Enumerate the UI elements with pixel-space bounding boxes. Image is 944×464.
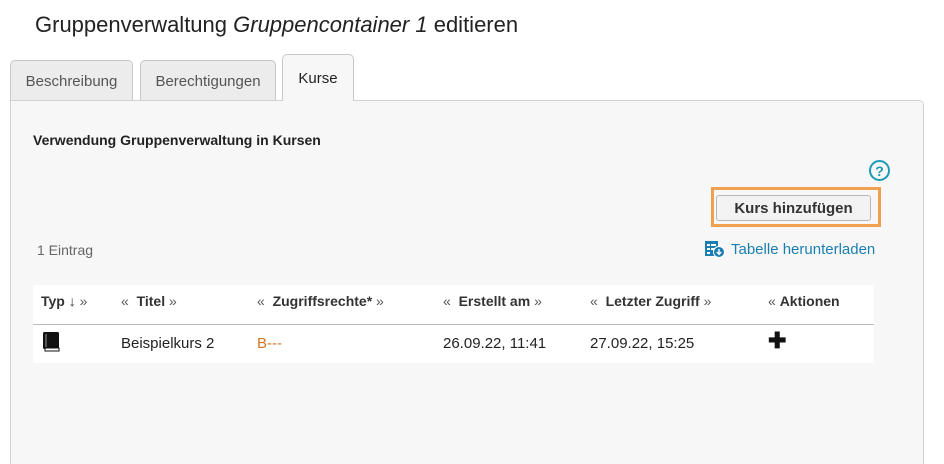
column-header-typ[interactable]: Typ ↓ »: [41, 293, 87, 309]
column-header-letzter-zugriff[interactable]: « Letzter Zugriff »: [590, 293, 711, 309]
tab-kurse[interactable]: Kurse: [282, 54, 354, 101]
tab-berechtigungen[interactable]: Berechtigungen: [140, 60, 276, 101]
sort-arrow-right: »: [79, 293, 88, 309]
table-download-icon: [705, 241, 725, 258]
table-row: Beispielkurs 2 B--- 26.09.22, 11:41 27.0…: [33, 325, 874, 363]
course-rights: B---: [257, 335, 282, 352]
section-title: Verwendung Gruppenverwaltung in Kursen: [33, 132, 321, 148]
column-header-label: Erstellt am: [458, 293, 531, 309]
page-title-group-name: Gruppencontainer 1: [233, 12, 428, 37]
entry-count: 1 Eintrag: [37, 242, 94, 258]
column-header-zugriffsrechte[interactable]: « Zugriffsrechte* »: [257, 293, 384, 309]
sort-arrow-left: «: [257, 293, 265, 309]
plus-icon[interactable]: ✚: [768, 330, 786, 352]
column-header-label: Titel: [136, 293, 166, 309]
sort-arrow-left: «: [590, 293, 598, 309]
sort-arrow-right: »: [703, 293, 712, 309]
sort-arrow-left: «: [768, 293, 776, 309]
tab-panel: [10, 100, 924, 464]
download-label: Tabelle herunterladen: [731, 240, 876, 258]
course-created: 26.09.22, 11:41: [443, 335, 547, 352]
page-title-suffix: editieren: [427, 12, 519, 37]
page-title-prefix: Gruppenverwaltung: [35, 12, 234, 37]
help-icon[interactable]: ?: [869, 160, 890, 181]
sort-arrow-left: «: [121, 293, 129, 309]
tab-beschreibung[interactable]: Beschreibung: [10, 60, 133, 101]
download-table-link[interactable]: Tabelle herunterladen: [704, 240, 875, 258]
page-title: Gruppenverwaltung Gruppencontainer 1 edi…: [35, 12, 518, 38]
add-course-button[interactable]: Kurs hinzufügen: [716, 195, 871, 221]
table-header: Typ ↓ » « Titel » « Zugriffsrechte* » « …: [33, 285, 874, 325]
sort-arrow-right: »: [534, 293, 542, 309]
column-header-label: Aktionen: [779, 293, 840, 309]
course-title[interactable]: Beispielkurs 2: [121, 335, 214, 352]
column-header-aktionen[interactable]: « Aktionen: [768, 293, 840, 309]
sort-arrow-right: »: [169, 293, 177, 309]
column-header-erstellt-am[interactable]: « Erstellt am »: [443, 293, 542, 309]
course-last-access: 27.09.22, 15:25: [590, 335, 695, 352]
column-header-label: Typ ↓: [41, 293, 76, 309]
sort-arrow-right: »: [376, 293, 384, 309]
book-icon: [43, 332, 60, 352]
column-header-label: Letzter Zugriff: [605, 293, 700, 309]
column-header-titel[interactable]: « Titel »: [121, 293, 177, 309]
sort-arrow-left: «: [443, 293, 451, 309]
column-header-label: Zugriffsrechte*: [272, 293, 373, 309]
courses-table: Typ ↓ » « Titel » « Zugriffsrechte* » « …: [33, 285, 874, 363]
